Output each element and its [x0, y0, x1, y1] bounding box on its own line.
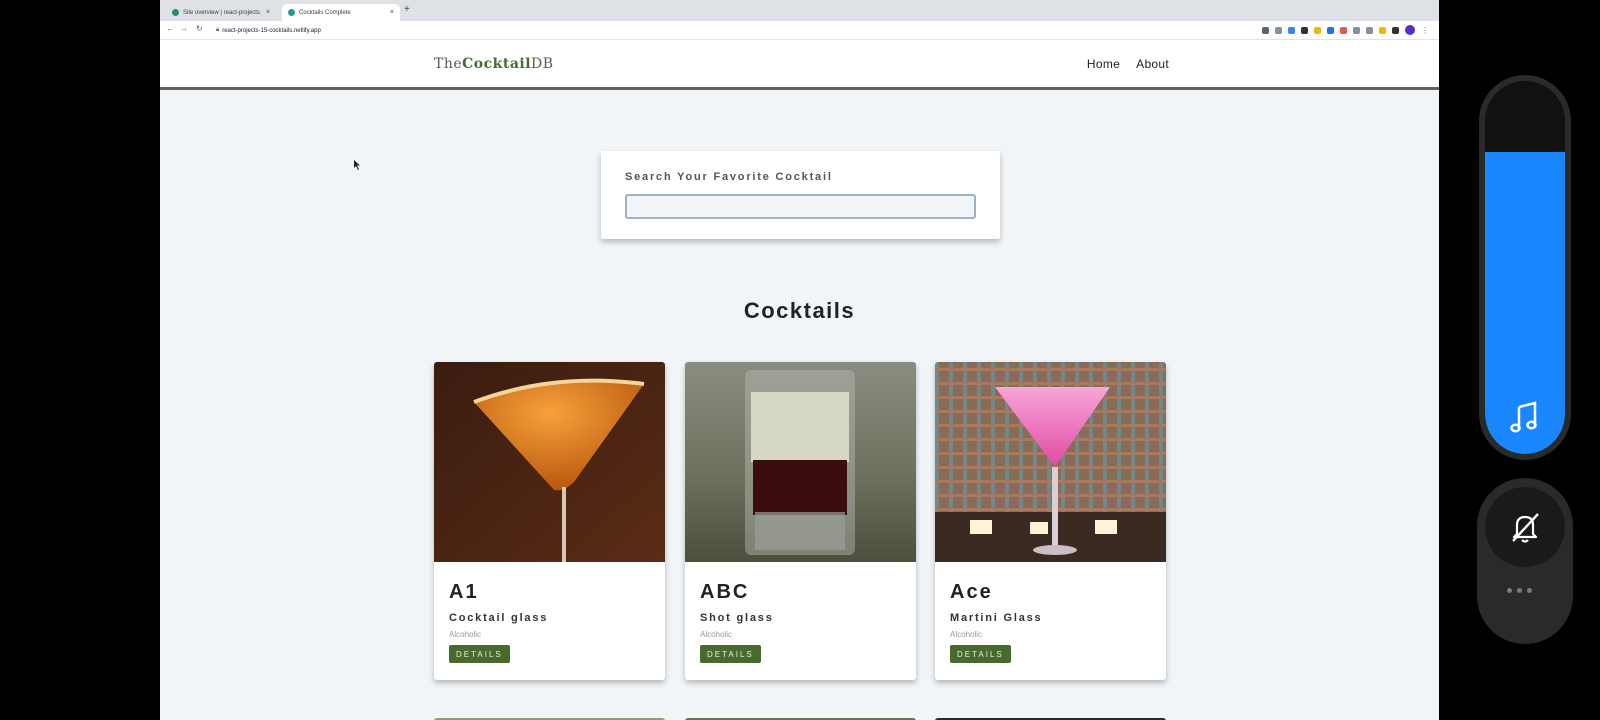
- extension-icon[interactable]: [1314, 26, 1321, 34]
- extension-icon[interactable]: [1301, 26, 1308, 34]
- cocktail-card: Ace Martini Glass Alcoholic DETAILS: [935, 362, 1166, 680]
- nav-home-link[interactable]: Home: [1087, 57, 1120, 71]
- cocktail-card: A1 Cocktail glass Alcoholic DETAILS: [434, 362, 665, 680]
- browser-window: Site overview | react-projects × Cocktai…: [160, 0, 1439, 720]
- cocktail-info: Alcoholic: [700, 630, 733, 639]
- extension-icon[interactable]: [1366, 26, 1373, 34]
- cocktail-glass: Shot glass: [700, 612, 774, 624]
- logo[interactable]: TheCocktailDB: [434, 56, 554, 72]
- nav-about-link[interactable]: About: [1136, 57, 1169, 71]
- logo-bold: Cocktail: [462, 56, 532, 72]
- nav-links: Home About: [1087, 57, 1169, 71]
- tab-site-overview[interactable]: Site overview | react-projects ×: [166, 4, 276, 21]
- cocktail-name: Ace: [950, 581, 993, 603]
- back-icon[interactable]: ←: [166, 24, 174, 33]
- menu-icon[interactable]: ⋮: [1421, 26, 1429, 35]
- bell-off-icon: [1512, 513, 1539, 543]
- zoom-icon[interactable]: [1262, 26, 1269, 34]
- extension-icon[interactable]: [1353, 26, 1360, 34]
- search-input[interactable]: [625, 194, 976, 219]
- cocktail-info: Alcoholic: [950, 630, 983, 639]
- search-form: Search Your Favorite Cocktail: [601, 151, 1000, 239]
- lock-icon: 🔒︎: [216, 27, 220, 33]
- cocktail-image: [434, 362, 665, 562]
- reload-icon[interactable]: ↻: [196, 24, 203, 33]
- url-field[interactable]: 🔒︎ react-projects-15-cocktails.netlify.a…: [216, 24, 321, 37]
- puzzle-icon[interactable]: [1392, 26, 1399, 34]
- volume-slider[interactable]: [1485, 81, 1565, 454]
- url-text: react-projects-15-cocktails.netlify.app: [222, 27, 321, 34]
- forward-icon[interactable]: →: [180, 24, 188, 33]
- extension-icon[interactable]: [1288, 26, 1295, 34]
- more-dots-icon[interactable]: [1507, 588, 1532, 593]
- details-button[interactable]: DETAILS: [449, 645, 510, 663]
- netlify-favicon-icon: [172, 9, 179, 16]
- ringer-panel: [1477, 478, 1573, 644]
- extensions-toolbar: ⋮: [1262, 25, 1429, 35]
- extension-icon[interactable]: [1327, 26, 1334, 34]
- music-note-icon: [1510, 401, 1537, 433]
- cocktail-name: A1: [449, 581, 479, 603]
- cocktail-name: ABC: [700, 581, 750, 603]
- cocktail-image: [935, 362, 1166, 562]
- mouse-cursor-icon: [354, 160, 360, 170]
- volume-panel: [1479, 75, 1571, 460]
- new-tab-icon[interactable]: +: [404, 4, 410, 15]
- ringer-toggle[interactable]: [1485, 487, 1565, 567]
- tab-bar: Site overview | react-projects × Cocktai…: [160, 0, 1439, 21]
- address-bar: ← → ↻ 🔒︎ react-projects-15-cocktails.net…: [160, 21, 1439, 40]
- tab-label: Cocktails Complete: [299, 9, 351, 16]
- search-label: Search Your Favorite Cocktail: [625, 171, 833, 183]
- close-tab-icon[interactable]: ×: [266, 9, 270, 16]
- tab-label: Site overview | react-projects: [183, 9, 260, 16]
- profile-avatar[interactable]: [1405, 25, 1415, 35]
- extension-icon[interactable]: [1340, 26, 1347, 34]
- cocktail-image: [685, 362, 916, 562]
- logo-prefix: The: [434, 56, 463, 72]
- netlify-favicon-icon: [288, 9, 295, 16]
- tab-cocktails[interactable]: Cocktails Complete ×: [282, 4, 400, 21]
- logo-suffix: DB: [531, 56, 554, 72]
- cocktails-page: TheCocktailDB Home About Search Your Fav…: [160, 40, 1439, 720]
- details-button[interactable]: DETAILS: [950, 645, 1011, 663]
- screen: Site overview | react-projects × Cocktai…: [0, 0, 1600, 720]
- close-tab-icon[interactable]: ×: [390, 9, 394, 16]
- cocktail-glass: Cocktail glass: [449, 612, 549, 624]
- extension-icon[interactable]: [1379, 26, 1386, 34]
- cocktail-glass: Martini Glass: [950, 612, 1043, 624]
- section-title: Cocktails: [743, 298, 856, 323]
- cocktail-card: ABC Shot glass Alcoholic DETAILS: [685, 362, 916, 680]
- details-button[interactable]: DETAILS: [700, 645, 761, 663]
- star-icon[interactable]: [1275, 26, 1282, 34]
- cocktail-info: Alcoholic: [449, 630, 482, 639]
- navbar: TheCocktailDB Home About: [160, 40, 1439, 90]
